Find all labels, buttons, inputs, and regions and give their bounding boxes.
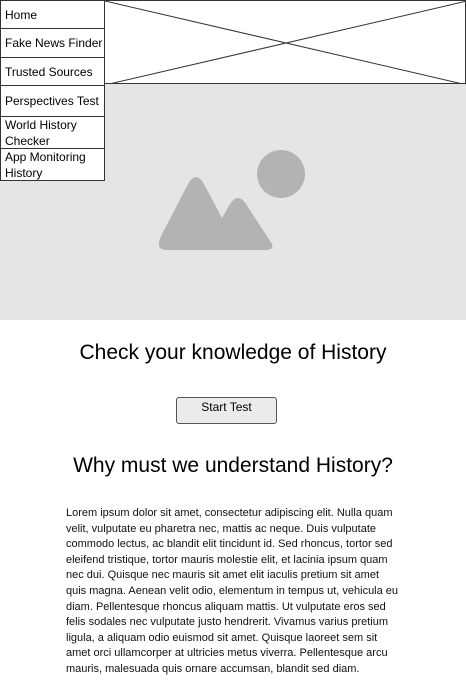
image-placeholder-icon	[105, 1, 466, 85]
nav-item-home[interactable]: Home	[0, 0, 105, 29]
nav-item-label: Perspectives Test	[5, 94, 99, 108]
nav-item-label: App Monitoring History	[5, 149, 86, 180]
knowledge-heading: Check your knowledge of History	[79, 341, 387, 364]
nav-item-fake-news-finder[interactable]: Fake News Finder	[0, 29, 105, 58]
nav-item-label: Trusted Sources	[5, 64, 93, 79]
body-paragraph: Lorem ipsum dolor sit amet, consectetur …	[66, 507, 399, 675]
nav-item-label: Fake News Finder	[5, 36, 103, 50]
nav-item-trusted-sources[interactable]: Trusted Sources	[0, 58, 105, 86]
start-test-button[interactable]: Start Test	[176, 397, 277, 424]
nav-item-perspectives-test[interactable]: Perspectives Test	[0, 86, 105, 117]
side-navigation: Home Fake News Finder Trusted Sources Pe…	[0, 0, 105, 181]
nav-item-world-history-checker[interactable]: World History Checker	[0, 117, 105, 149]
nav-item-app-monitoring-history[interactable]: App Monitoring History	[0, 149, 105, 181]
header-image-placeholder	[104, 0, 466, 85]
why-history-heading: Why must we understand History?	[73, 454, 393, 477]
nav-item-label: World History Checker	[5, 117, 77, 148]
nav-item-label: Home	[5, 7, 38, 22]
